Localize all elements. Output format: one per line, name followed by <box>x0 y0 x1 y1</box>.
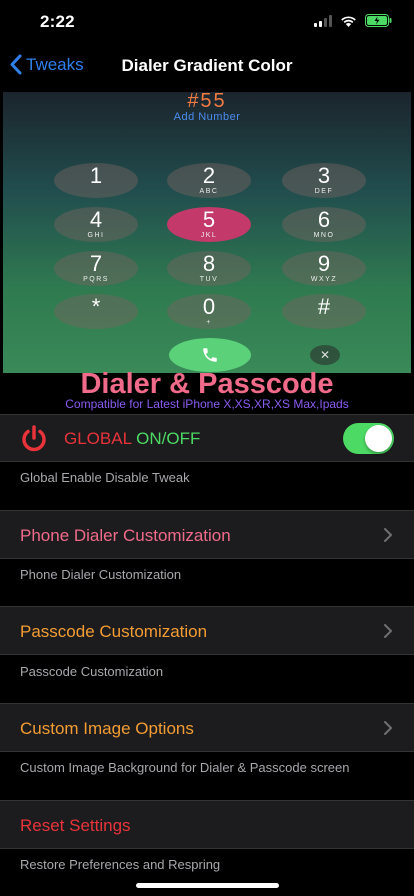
custom-image-options-row[interactable]: Custom Image Options <box>0 703 414 752</box>
key-digit: 2 <box>202 163 216 188</box>
phone-dialer-customization-label: Phone Dialer Customization <box>20 526 231 545</box>
key-digit: * <box>91 294 101 319</box>
key-letters: WXYZ <box>310 276 338 283</box>
wifi-icon <box>341 15 356 27</box>
key-letters: ABC <box>199 188 219 195</box>
global-toggle-cell: GLOBAL ON/OFF <box>0 414 414 462</box>
key-digit: 7 <box>89 251 103 276</box>
battery-icon <box>365 14 392 27</box>
key-digit: 3 <box>317 163 331 188</box>
preview-key-4: 4 GHI <box>54 207 138 242</box>
key-letters: TUV <box>199 276 219 283</box>
status-bar: 2:22 <box>0 0 414 44</box>
key-digit: 9 <box>317 251 331 276</box>
preview-key-5: 5 JKL <box>167 207 251 242</box>
passcode-customization-row[interactable]: Passcode Customization <box>0 606 414 655</box>
power-icon <box>22 425 46 452</box>
preview-delete-key: ✕ <box>310 345 340 365</box>
preview-key-star: * <box>54 294 138 329</box>
preview-dialed-number: #55 <box>187 92 227 112</box>
preview-key-0: 0 + <box>167 294 251 329</box>
chevron-right-icon <box>384 624 392 638</box>
key-letters: DEF <box>314 188 334 195</box>
key-digit: 4 <box>89 207 103 232</box>
passcode-customization-footer: Passcode Customization <box>20 664 164 679</box>
custom-image-options-footer: Custom Image Background for Dialer & Pas… <box>20 760 350 775</box>
custom-image-options-label: Custom Image Options <box>20 719 194 738</box>
dialer-preview-image: #55 Add Number 1 2 ABC 3 DEF 4 GHI 5 JKL 6 MNO 7 PQR… <box>3 92 411 373</box>
phone-dialer-customization-row[interactable]: Phone Dialer Customization <box>0 510 414 559</box>
status-icons <box>314 14 392 27</box>
reset-settings-footer: Restore Preferences and Respring <box>20 857 221 872</box>
global-footer: Global Enable Disable Tweak <box>20 470 190 485</box>
key-letters: JKL <box>200 232 218 239</box>
preview-call-key <box>169 338 251 372</box>
preview-key-1: 1 <box>54 163 138 198</box>
onoff-label-word: ON/OFF <box>136 429 201 448</box>
signal-icon <box>314 14 332 27</box>
key-letters: MNO <box>313 232 335 239</box>
preview-add-number: Add Number <box>173 111 241 123</box>
phone-icon <box>203 348 217 362</box>
banner-subtitle: Compatible for Latest iPhone X,XS,XR,XS … <box>65 397 349 411</box>
home-indicator <box>136 883 279 888</box>
key-digit: 1 <box>89 163 103 188</box>
toggle-knob <box>365 425 392 452</box>
preview-key-7: 7 PQRS <box>54 251 138 286</box>
passcode-customization-label: Passcode Customization <box>20 622 208 641</box>
global-label-word: GLOBAL <box>64 429 132 448</box>
preview-key-2: 2 ABC <box>167 163 251 198</box>
preview-key-hash: # <box>282 294 366 329</box>
key-digit: 5 <box>202 207 216 232</box>
key-digit: # <box>317 294 331 319</box>
key-digit: 0 <box>202 294 216 319</box>
preview-key-6: 6 MNO <box>282 207 366 242</box>
global-toggle-switch[interactable] <box>343 423 394 454</box>
navigation-bar: Tweaks Dialer Gradient Color <box>0 44 414 88</box>
preview-key-3: 3 DEF <box>282 163 366 198</box>
key-letters: + <box>206 319 212 326</box>
preview-key-9: 9 WXYZ <box>282 251 366 286</box>
global-label: GLOBAL ON/OFF <box>64 429 200 449</box>
key-letters: GHI <box>87 232 105 239</box>
phone-dialer-customization-footer: Phone Dialer Customization <box>20 567 182 582</box>
key-letters: PQRS <box>83 276 109 283</box>
key-digit: 6 <box>317 207 331 232</box>
page-title: Dialer Gradient Color <box>121 56 293 75</box>
chevron-right-icon <box>384 528 392 542</box>
reset-settings-row[interactable]: Reset Settings <box>0 800 414 849</box>
status-time: 2:22 <box>40 12 75 31</box>
chevron-right-icon <box>384 721 392 735</box>
key-digit: 8 <box>202 251 216 276</box>
reset-settings-label: Reset Settings <box>20 816 131 835</box>
preview-key-8: 8 TUV <box>167 251 251 286</box>
